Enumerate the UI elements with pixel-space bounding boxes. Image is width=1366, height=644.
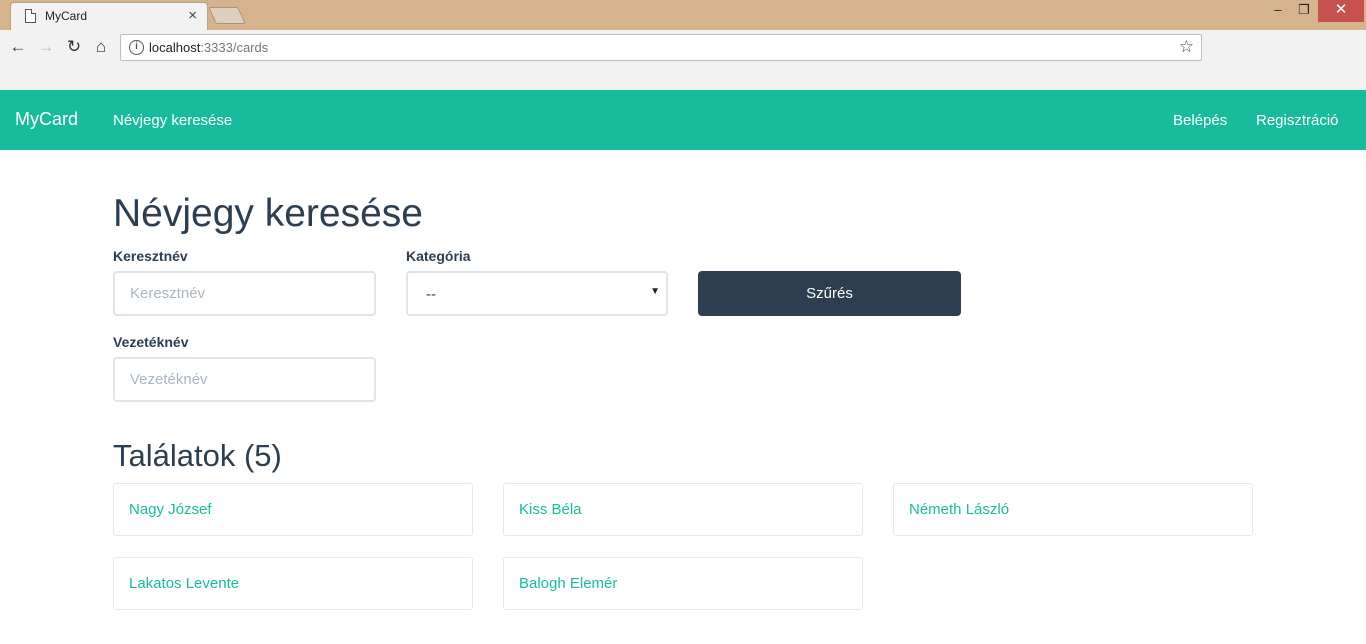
result-card: Lakatos Levente (113, 557, 473, 610)
browser-toolbar: ← → ↻ ⌂ i localhost:3333/cards ☆ (0, 30, 1366, 90)
result-link[interactable]: Balogh Elemér (519, 575, 617, 592)
url-path: :3333/cards (200, 40, 269, 55)
bookmark-star-icon[interactable]: ☆ (1179, 37, 1194, 57)
home-icon[interactable]: ⌂ (90, 36, 112, 58)
results-title: Találatok (5) (113, 438, 282, 473)
browser-titlebar: MyCard × – ❐ ✕ (0, 0, 1366, 30)
address-bar[interactable]: i localhost:3333/cards ☆ (120, 34, 1202, 61)
reload-icon[interactable]: ↻ (63, 36, 85, 58)
result-card: Kiss Béla (503, 483, 863, 536)
page-icon (25, 9, 36, 23)
maximize-button[interactable]: ❐ (1289, 0, 1319, 22)
result-link[interactable]: Nagy József (129, 501, 212, 518)
result-card: Nagy József (113, 483, 473, 536)
result-link[interactable]: Lakatos Levente (129, 575, 239, 592)
back-icon[interactable]: ← (7, 36, 29, 58)
page-title: Névjegy keresése (113, 192, 423, 235)
browser-tab[interactable]: MyCard × (10, 2, 208, 30)
category-label: Kategória (406, 248, 471, 264)
filter-button[interactable]: Szűrés (698, 271, 961, 316)
result-link[interactable]: Németh László (909, 501, 1009, 518)
category-selected-value: -- (426, 286, 436, 303)
nav-login-link[interactable]: Belépés (1173, 112, 1227, 129)
info-icon[interactable]: i (129, 40, 144, 55)
dropdown-arrow-icon: ▼ (650, 286, 660, 297)
nav-search-link[interactable]: Névjegy keresése (113, 112, 232, 129)
result-card: Németh László (893, 483, 1253, 536)
result-link[interactable]: Kiss Béla (519, 501, 582, 518)
close-window-button[interactable]: ✕ (1318, 0, 1364, 22)
last-name-label: Vezetéknév (113, 334, 189, 350)
url-host: localhost (149, 40, 201, 55)
forward-icon[interactable]: → (35, 36, 57, 58)
nav-register-link[interactable]: Regisztráció (1256, 112, 1339, 129)
tab-title: MyCard (45, 9, 88, 23)
tab-close-icon[interactable]: × (188, 6, 197, 26)
category-select[interactable]: -- ▼ (406, 271, 668, 316)
url-text: localhost:3333/cards (149, 40, 268, 55)
brand-link[interactable]: MyCard (15, 109, 78, 130)
app-navbar: MyCard Névjegy keresése Belépés Regisztr… (0, 90, 1366, 150)
first-name-input[interactable] (113, 271, 376, 316)
result-card: Balogh Elemér (503, 557, 863, 610)
first-name-label: Keresztnév (113, 248, 188, 264)
last-name-input[interactable] (113, 357, 376, 402)
new-tab-button[interactable] (208, 7, 246, 24)
